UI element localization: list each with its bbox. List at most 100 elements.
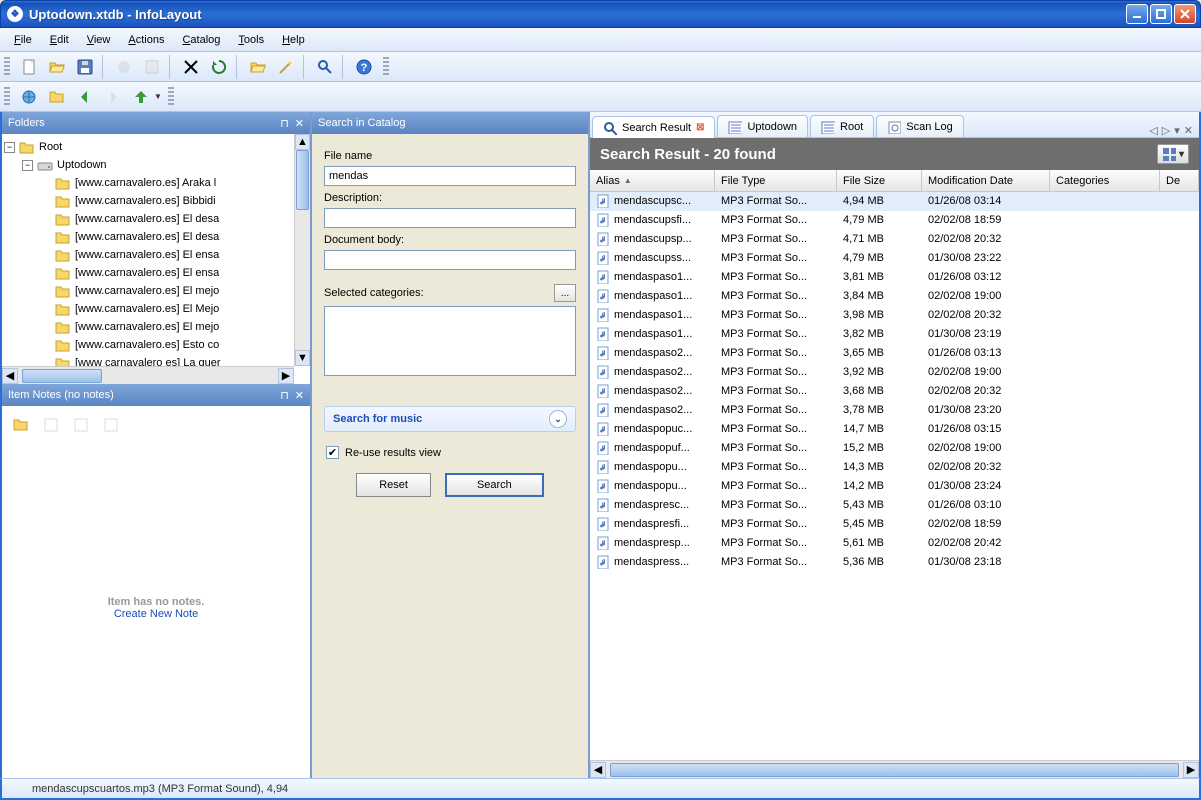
tree-item[interactable]: [www.carnavalero.es] El ensa (4, 246, 308, 264)
nav-back-button[interactable] (72, 84, 98, 110)
menu-catalog[interactable]: Catalog (174, 31, 228, 49)
menu-edit[interactable]: Edit (42, 31, 77, 49)
window-close-button[interactable] (1174, 4, 1196, 24)
tab-scroll-left-button[interactable]: ◁ (1149, 124, 1157, 137)
result-row[interactable]: mendaspopuf...MP3 Format So...15,2 MB02/… (590, 439, 1199, 458)
menu-help[interactable]: Help (274, 31, 313, 49)
search-go-button[interactable]: Search (445, 473, 544, 497)
preview-button[interactable] (139, 54, 165, 80)
note-edit-button[interactable] (38, 412, 64, 438)
tab-root[interactable]: Root (810, 115, 874, 137)
folders-pin-button[interactable]: ⊓ (280, 117, 289, 130)
tree-drive[interactable]: −Uptodown (4, 156, 308, 174)
menu-tools[interactable]: Tools (230, 31, 272, 49)
notes-pin-button[interactable]: ⊓ (280, 389, 289, 402)
tree-item[interactable]: [www.carnavalero.es] El mejo (4, 318, 308, 336)
column-header-modification-date[interactable]: Modification Date (922, 170, 1050, 191)
result-row[interactable]: mendascupsfi...MP3 Format So...4,79 MB02… (590, 211, 1199, 230)
notes-close-button[interactable]: ✕ (295, 389, 304, 402)
result-row[interactable]: mendaspaso2...MP3 Format So...3,65 MB01/… (590, 344, 1199, 363)
search-music-section[interactable]: Search for music ⌄ (324, 406, 576, 432)
scroll-thumb[interactable] (296, 150, 309, 210)
nav-dropdown-icon[interactable]: ▼ (154, 92, 162, 101)
tree-toggle[interactable]: − (4, 142, 15, 153)
nav-up-button[interactable] (128, 84, 154, 110)
result-row[interactable]: mendaspaso2...MP3 Format So...3,68 MB02/… (590, 382, 1199, 401)
delete-button[interactable] (178, 54, 204, 80)
tab-scroll-right-button[interactable]: ▷ (1162, 124, 1170, 137)
scroll-thumb[interactable] (610, 763, 1179, 777)
menu-view[interactable]: View (79, 31, 119, 49)
description-input[interactable] (324, 208, 576, 228)
folder-button[interactable] (245, 54, 271, 80)
result-row[interactable]: mendaspaso1...MP3 Format So...3,84 MB02/… (590, 287, 1199, 306)
scroll-down-button[interactable]: ▼ (295, 350, 310, 366)
tab-scan-log[interactable]: Scan Log (876, 115, 963, 137)
tab-uptodown[interactable]: Uptodown (717, 115, 808, 137)
result-row[interactable]: mendaspaso2...MP3 Format So...3,78 MB01/… (590, 401, 1199, 420)
tree-item[interactable]: [www.carnavalero.es] El ensa (4, 264, 308, 282)
properties-button[interactable] (206, 54, 232, 80)
tree-item[interactable]: [www.carnavalero.es] Bibbidi (4, 192, 308, 210)
result-row[interactable]: mendaspresfi...MP3 Format So...5,45 MB02… (590, 515, 1199, 534)
scroll-left-button[interactable]: ◀ (590, 762, 606, 778)
search-button[interactable] (312, 54, 338, 80)
tree-toggle[interactable]: − (22, 160, 33, 171)
tree-item[interactable]: [www.carnavalero.es] Esto co (4, 336, 308, 354)
tab-close-icon[interactable]: ⊠ (696, 122, 704, 133)
tree-item[interactable]: [www carnavalero es] La quer (4, 354, 308, 366)
reset-button[interactable]: Reset (356, 473, 431, 497)
print-button[interactable] (111, 54, 137, 80)
tree-item[interactable]: [www.carnavalero.es] El Mejo (4, 300, 308, 318)
results-grid[interactable]: mendascupsc...MP3 Format So...4,94 MB01/… (590, 192, 1199, 760)
scroll-left-button[interactable]: ◀ (2, 368, 18, 384)
new-button[interactable] (16, 54, 42, 80)
nav-folder-button[interactable] (44, 84, 70, 110)
nav-forward-button[interactable] (100, 84, 126, 110)
result-row[interactable]: mendascupss...MP3 Format So...4,79 MB01/… (590, 249, 1199, 268)
tab-search-result[interactable]: Search Result⊠ (592, 116, 715, 138)
result-row[interactable]: mendaspopuc...MP3 Format So...14,7 MB01/… (590, 420, 1199, 439)
view-mode-button[interactable]: ▾ (1157, 144, 1189, 164)
note-delete-button[interactable] (98, 412, 124, 438)
categories-listbox[interactable] (324, 306, 576, 376)
open-button[interactable] (44, 54, 70, 80)
tree-horizontal-scrollbar[interactable]: ◀ ▶ (2, 366, 294, 384)
menu-file[interactable]: File (6, 31, 40, 49)
tree-root[interactable]: −Root (4, 138, 308, 156)
result-row[interactable]: mendaspress...MP3 Format So...5,36 MB01/… (590, 553, 1199, 572)
result-row[interactable]: mendascupsp...MP3 Format So...4,71 MB02/… (590, 230, 1199, 249)
reuse-results-checkbox[interactable]: ✔ (326, 446, 339, 459)
result-row[interactable]: mendaspaso1...MP3 Format So...3,82 MB01/… (590, 325, 1199, 344)
toolbar-grip[interactable] (4, 57, 10, 77)
results-horizontal-scrollbar[interactable]: ◀ ▶ (590, 760, 1199, 778)
save-button[interactable] (72, 54, 98, 80)
note-new-button[interactable] (8, 412, 34, 438)
help-button[interactable] (351, 54, 377, 80)
folders-close-button[interactable]: ✕ (295, 117, 304, 130)
result-row[interactable]: mendaspresp...MP3 Format So...5,61 MB02/… (590, 534, 1199, 553)
document-body-input[interactable] (324, 250, 576, 270)
result-row[interactable]: mendaspresc...MP3 Format So...5,43 MB01/… (590, 496, 1199, 515)
tree-item[interactable]: [www.carnavalero.es] El mejo (4, 282, 308, 300)
window-maximize-button[interactable] (1150, 4, 1172, 24)
tree-item[interactable]: [www.carnavalero.es] El desa (4, 228, 308, 246)
result-row[interactable]: mendaspaso2...MP3 Format So...3,92 MB02/… (590, 363, 1199, 382)
column-header-file-type[interactable]: File Type (715, 170, 837, 191)
file-name-input[interactable] (324, 166, 576, 186)
nav-grip[interactable] (4, 87, 10, 107)
result-row[interactable]: mendaspopu...MP3 Format So...14,3 MB02/0… (590, 458, 1199, 477)
scroll-thumb-h[interactable] (22, 369, 102, 383)
scroll-right-button[interactable]: ▶ (278, 368, 294, 384)
scroll-right-button[interactable]: ▶ (1183, 762, 1199, 778)
scroll-up-button[interactable]: ▲ (295, 134, 310, 150)
menu-actions[interactable]: Actions (120, 31, 172, 49)
create-note-link[interactable]: Create New Note (114, 608, 198, 620)
result-row[interactable]: mendaspaso1...MP3 Format So...3,81 MB01/… (590, 268, 1199, 287)
column-header-de[interactable]: De (1160, 170, 1199, 191)
tree-item[interactable]: [www.carnavalero.es] El desa (4, 210, 308, 228)
wand-button[interactable] (273, 54, 299, 80)
tree-item[interactable]: [www.carnavalero.es] Araka l (4, 174, 308, 192)
folder-tree[interactable]: −Root−Uptodown[www.carnavalero.es] Araka… (2, 134, 310, 366)
note-copy-button[interactable] (68, 412, 94, 438)
